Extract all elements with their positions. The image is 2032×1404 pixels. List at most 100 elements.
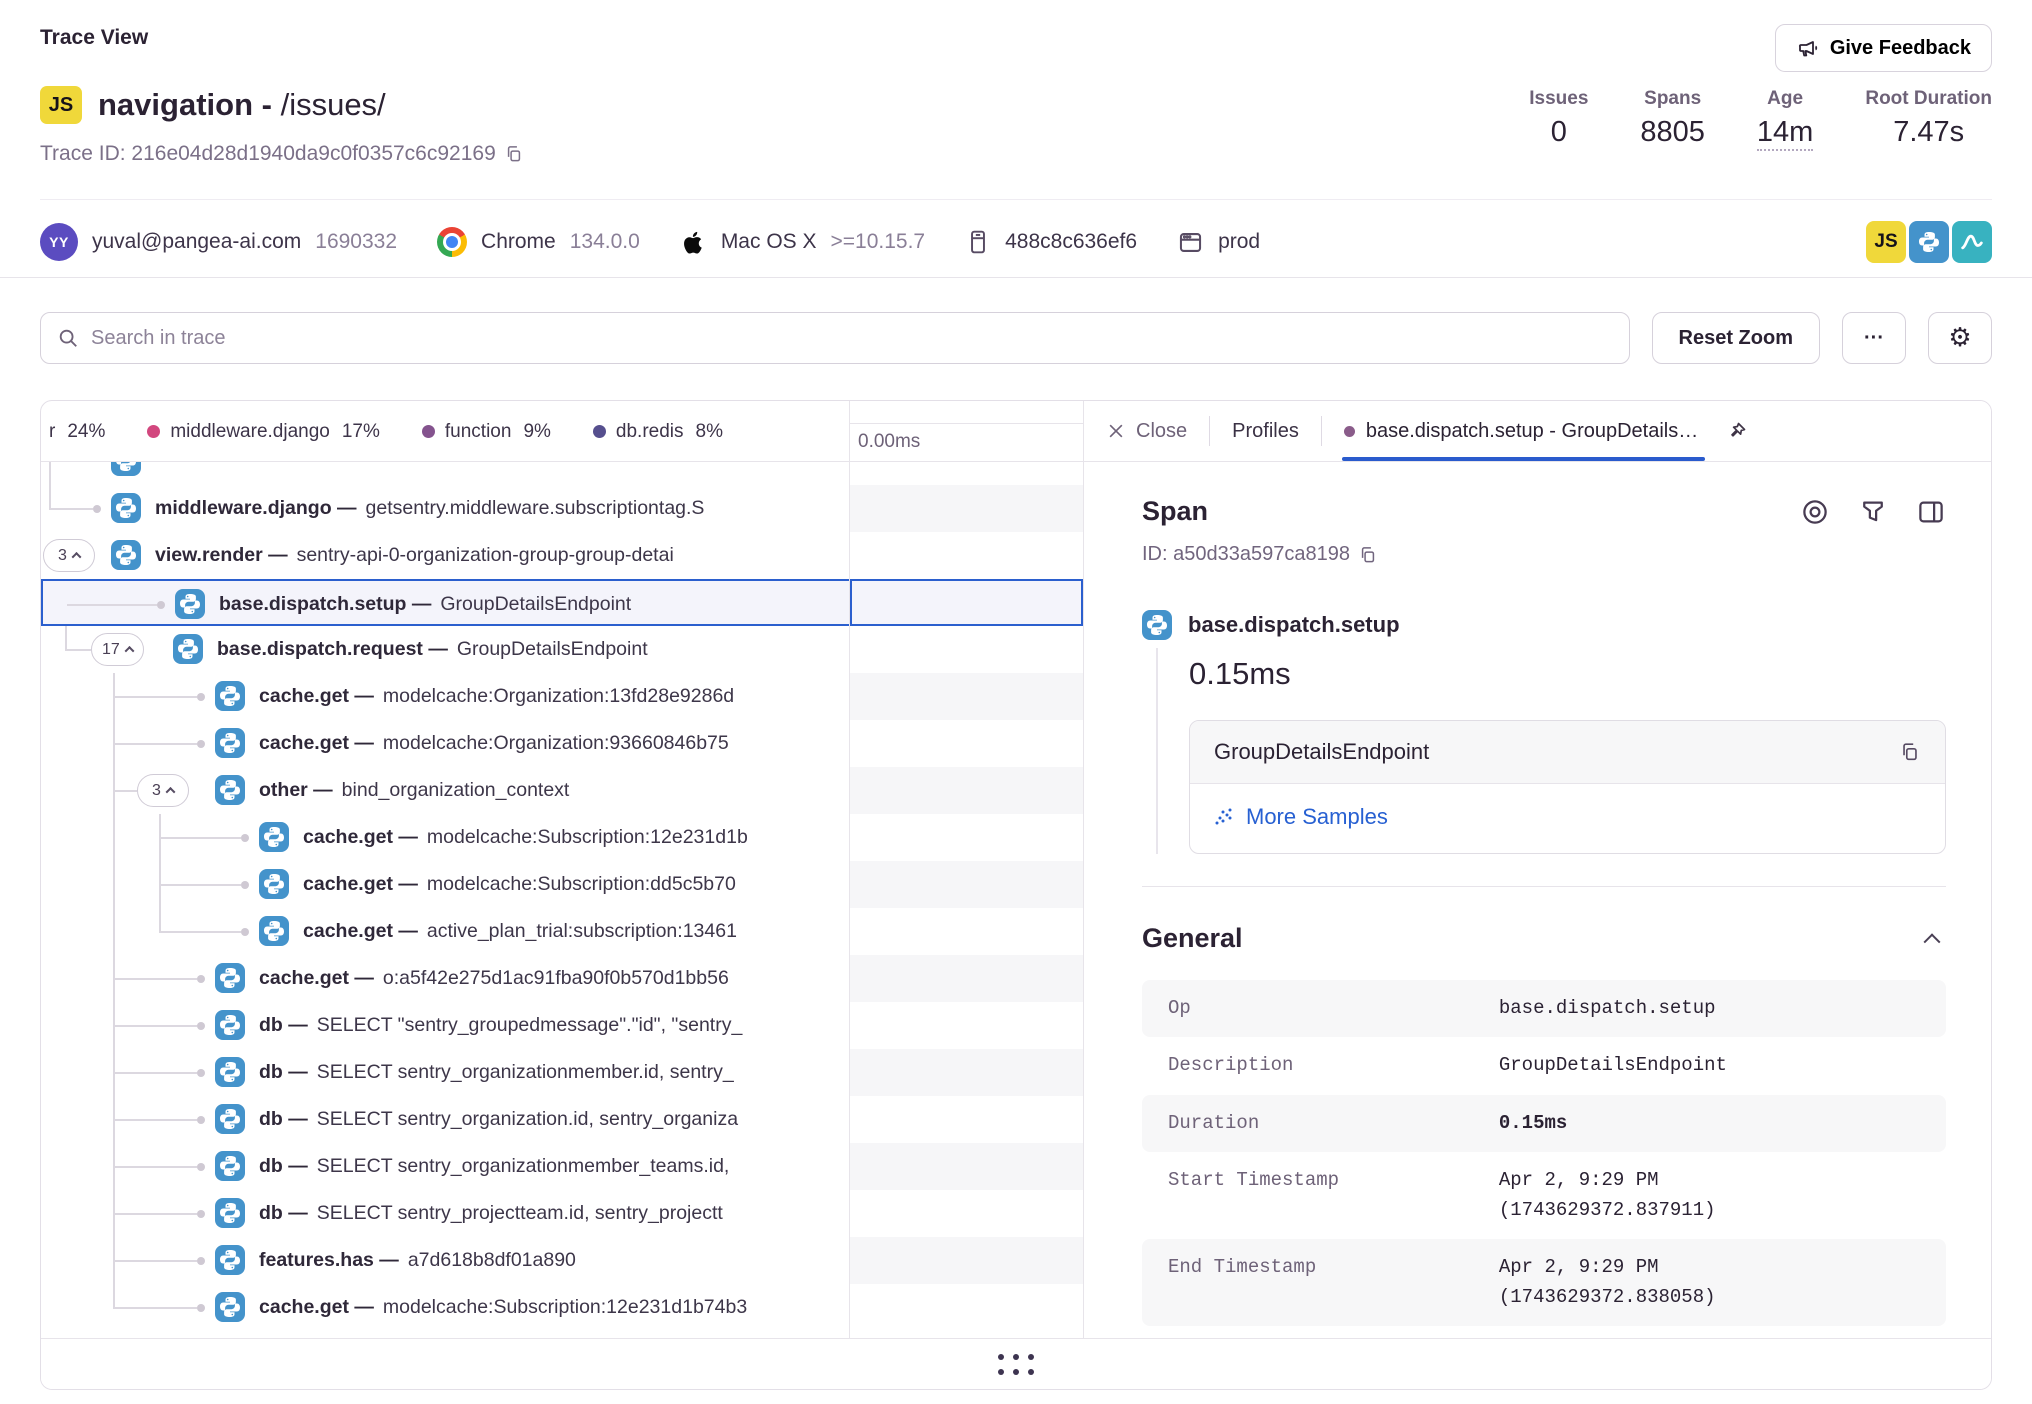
tree-connector-line (113, 1213, 197, 1215)
tree-row[interactable]: db — SELECT sentry_organizationmember_te… (41, 1143, 849, 1190)
legend-item: db.redis8% (593, 421, 723, 443)
general-table-row: Opbase.dispatch.setup (1142, 980, 1946, 1037)
copy-icon[interactable] (504, 144, 524, 164)
tree-row[interactable]: db — SELECT sentry_organization.id, sent… (41, 1096, 849, 1143)
tree-connector-line (49, 508, 93, 510)
span-row-label: db — SELECT sentry_organizationmember_te… (259, 1143, 849, 1190)
tree-row[interactable]: features.has — a7d618b8df01a890 (41, 1237, 849, 1284)
tree-connector-dot (197, 1304, 205, 1312)
waterfall-row (850, 485, 1083, 532)
tree-connector-dot (241, 834, 249, 842)
browser-version: 134.0.0 (570, 230, 640, 254)
pin-tab-button[interactable] (1717, 411, 1757, 451)
reset-zoom-button[interactable]: Reset Zoom (1652, 312, 1820, 364)
tree-row[interactable]: cache.get — modelcache:Subscription:12e2… (41, 1284, 849, 1331)
tree-row[interactable]: cache.get — o:a5f42e275d1ac91fba90f0b570… (41, 955, 849, 1002)
ops-breakdown-legend: r24%middleware.django17%function9%db.red… (41, 401, 849, 462)
tree-row[interactable]: middleware.django — getsentry.middleware… (41, 485, 849, 532)
drag-handle[interactable] (998, 1354, 1034, 1375)
waterfall-row (850, 1237, 1083, 1284)
span-row-label: base.dispatch.setup — GroupDetailsEndpoi… (219, 581, 849, 628)
span-row-label: db — SELECT "sentry_groupedmessage"."id"… (259, 1002, 849, 1049)
tab-span-active[interactable]: base.dispatch.setup - GroupDetails… (1344, 401, 1757, 461)
tree-row[interactable]: cache.get — modelcache:Organization:13fd… (41, 673, 849, 720)
tree-row[interactable]: db — SELECT sentry_projectteam.id, sentr… (41, 1190, 849, 1237)
tree-row[interactable]: 3other — bind_organization_context (41, 767, 849, 814)
waterfall-ruler: 0.00ms (850, 401, 1083, 462)
span-row-label: db — SELECT sentry_organization.id, sent… (259, 1096, 849, 1143)
copy-icon[interactable] (1899, 741, 1921, 763)
tree-row[interactable]: cache.get — active_plan_trial:subscripti… (41, 908, 849, 955)
wave-tile-icon (1952, 221, 1992, 263)
general-table-row: DescriptionGroupDetailsEndpoint (1142, 1037, 1946, 1094)
tree-row[interactable]: 17base.dispatch.request — GroupDetailsEn… (41, 626, 849, 673)
span-row-label: db — SELECT sentry_organizationmember.id… (259, 1049, 849, 1096)
ruler-tick (850, 423, 1083, 424)
span-row-label: db — SELECT sentry_projectteam.id, sentr… (259, 1190, 849, 1237)
span-op-name: base.dispatch.setup (1188, 612, 1400, 638)
profile-samples-icon (1214, 806, 1236, 828)
tree-row[interactable]: db — SELECT "sentry_groupedmessage"."id"… (41, 1002, 849, 1049)
collapse-chip[interactable]: 3 (137, 774, 189, 807)
copy-icon[interactable] (1358, 545, 1378, 565)
python-icon (111, 462, 141, 476)
tree-connector-dot (241, 928, 249, 936)
apple-icon (680, 229, 707, 256)
tree-connector-line (113, 790, 137, 792)
python-icon (111, 540, 141, 570)
collapse-chip[interactable]: 17 (91, 633, 144, 666)
waterfall-row (850, 626, 1083, 673)
collapse-chip[interactable]: 3 (43, 539, 95, 572)
tree-row[interactable]: cache.get — modelcache:Organization:9366… (41, 720, 849, 767)
settings-button[interactable]: ⚙ (1928, 312, 1992, 364)
general-table-row: Duration0.15ms (1142, 1095, 1946, 1152)
python-icon (215, 1057, 245, 1087)
legend-item: middleware.django17% (147, 421, 380, 443)
tree-row[interactable]: 3view.render — sentry-api-0-organization… (41, 532, 849, 579)
chevron-up-icon (72, 552, 82, 562)
more-samples-link[interactable]: More Samples (1214, 804, 1388, 830)
trace-panel: r24%middleware.django17%function9%db.red… (40, 400, 1992, 1390)
tree-row[interactable]: db — SELECT sentry_organizationmember.id… (41, 1049, 849, 1096)
chevron-up-icon (166, 787, 176, 797)
focus-span-icon[interactable] (1800, 497, 1830, 527)
close-icon (1106, 421, 1126, 441)
tree-connector-line (113, 743, 197, 745)
span-duration: 0.15ms (1189, 648, 1946, 692)
tree-connector-dot (197, 1069, 205, 1077)
more-options-button[interactable]: ··· (1842, 312, 1906, 364)
toolbar: Reset Zoom ··· ⚙ (40, 312, 1992, 364)
legend-dot-icon (593, 425, 606, 438)
tree-row[interactable]: cache.get — modelcache:Subscription:12e2… (41, 814, 849, 861)
collapse-chevron-icon[interactable] (1924, 933, 1941, 950)
python-icon (215, 1104, 245, 1134)
hard-drive-icon (965, 229, 991, 255)
span-heading: Span (1142, 496, 1208, 527)
python-icon (1142, 610, 1172, 640)
tree-connector-dot (197, 1116, 205, 1124)
give-feedback-button[interactable]: Give Feedback (1775, 24, 1992, 72)
divider (0, 277, 2032, 278)
tree-connector-dot (157, 601, 165, 609)
tree-connector-dot (197, 1022, 205, 1030)
search-input[interactable] (91, 327, 1613, 350)
divider (1321, 416, 1322, 446)
python-icon (259, 869, 289, 899)
split-panel-icon[interactable] (1916, 497, 1946, 527)
waterfall-row (850, 579, 1083, 626)
funnel-icon[interactable] (1858, 497, 1888, 527)
tree-connector-line (113, 1307, 197, 1309)
tab-profiles[interactable]: Profiles (1232, 420, 1299, 443)
waterfall-row (850, 1096, 1083, 1143)
tree-row[interactable] (41, 462, 849, 485)
waterfall-row (850, 1049, 1083, 1096)
chevron-up-icon (124, 646, 134, 656)
tree-row[interactable]: cache.get — modelcache:Subscription:dd5c… (41, 861, 849, 908)
general-table: Opbase.dispatch.setupDescriptionGroupDet… (1142, 980, 1946, 1326)
tree-row[interactable]: base.dispatch.setup — GroupDetailsEndpoi… (41, 579, 849, 626)
device-id: 488c8c636ef6 (1005, 230, 1137, 254)
close-tab-button[interactable]: Close (1106, 420, 1187, 443)
general-section-heading: General (1142, 923, 1243, 954)
divider (1142, 886, 1946, 887)
python-icon (215, 1292, 245, 1322)
